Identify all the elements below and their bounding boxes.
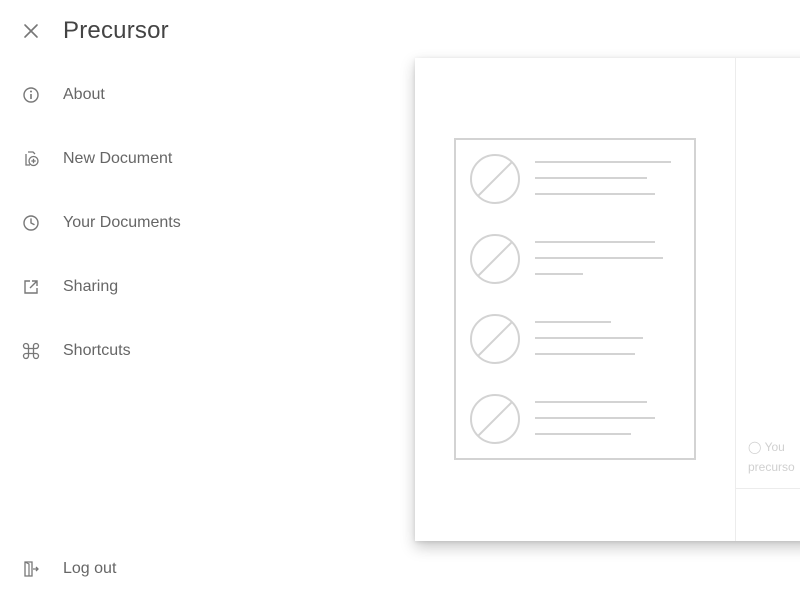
close-icon xyxy=(24,24,38,38)
close-button[interactable] xyxy=(20,20,42,42)
external-link-icon xyxy=(20,276,42,298)
app-title: Precursor xyxy=(63,17,169,44)
menu-item-label: Sharing xyxy=(63,278,119,295)
new-document-icon xyxy=(20,148,42,170)
menu-item-new-document[interactable]: New Document xyxy=(20,145,260,173)
preview-divider xyxy=(735,58,736,541)
user-icon: ◯ xyxy=(748,440,762,454)
menu-item-label: About xyxy=(63,86,105,103)
logout-button[interactable]: Log out xyxy=(20,555,260,583)
info-icon xyxy=(20,84,42,106)
preview-note: ◯ You precurso xyxy=(748,437,800,477)
document-list-illustration xyxy=(454,138,696,460)
menu-item-sharing[interactable]: Sharing xyxy=(20,273,260,301)
preview-note-line2: precurso xyxy=(748,460,795,474)
preview-note-line1: You xyxy=(764,440,785,454)
menu-item-shortcuts[interactable]: Shortcuts xyxy=(20,337,260,365)
logout-icon xyxy=(20,558,42,580)
preview-divider xyxy=(736,488,800,489)
logout-label: Log out xyxy=(63,560,117,577)
sidebar: Precursor About New Document Your Docume… xyxy=(0,0,360,600)
menu-item-label: Shortcuts xyxy=(63,342,131,359)
clock-icon xyxy=(20,212,42,234)
menu-item-about[interactable]: About xyxy=(20,81,260,109)
menu-item-label: New Document xyxy=(63,150,173,167)
menu-item-your-documents[interactable]: Your Documents xyxy=(20,209,260,237)
command-icon xyxy=(20,340,42,362)
menu-item-label: Your Documents xyxy=(63,214,181,231)
